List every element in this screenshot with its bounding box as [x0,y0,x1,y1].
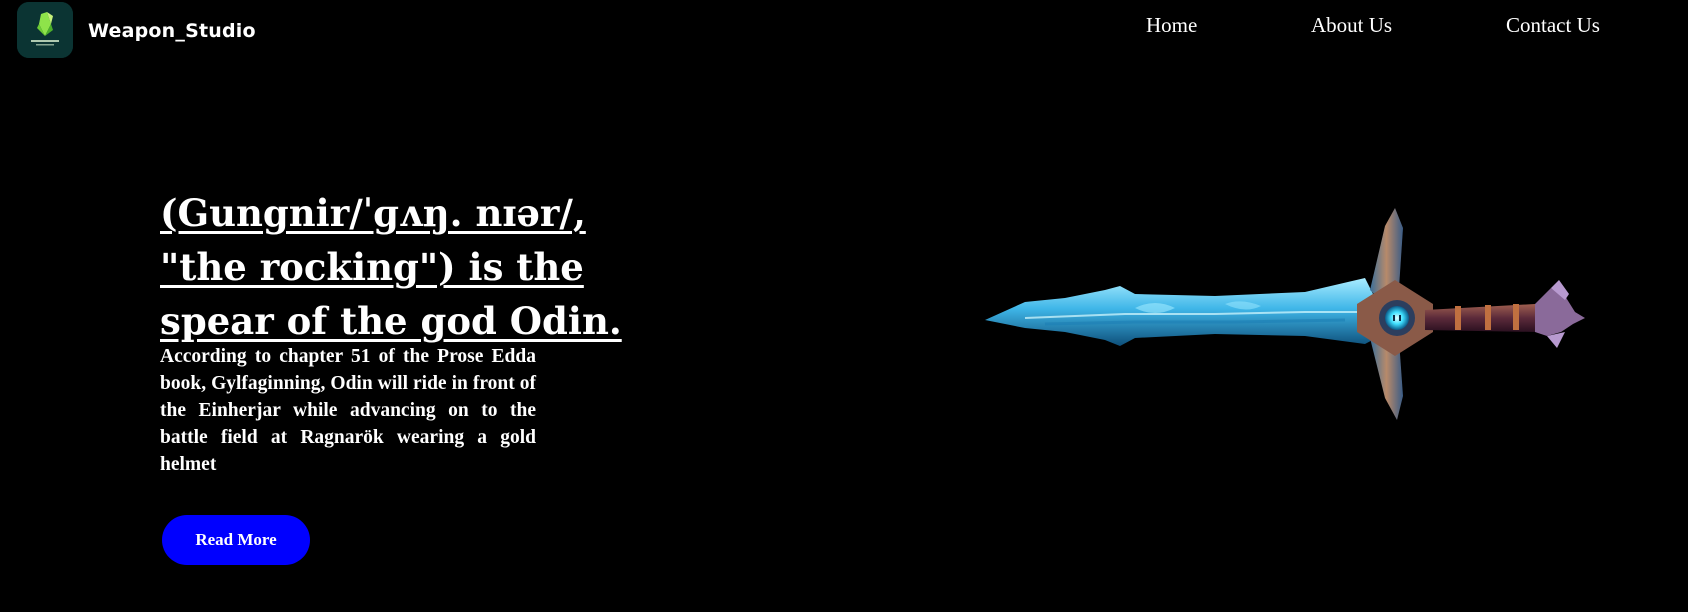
read-more-button[interactable]: Read More [162,515,310,565]
nav-home[interactable]: Home [1146,13,1197,38]
hero-description: According to chapter 51 of the Prose Edd… [160,346,536,475]
brand-name[interactable]: Weapon_Studio [88,20,256,42]
nav-about-us[interactable]: About Us [1311,13,1392,38]
hero-title[interactable]: (Gungnir/ˈɡʌŋ. nɪər/, "the rocking") is … [160,186,660,348]
logo[interactable] [17,2,73,58]
crystal-logo-icon [17,2,73,58]
nav-contact-us[interactable]: Contact Us [1506,13,1600,38]
sword-image [985,208,1585,420]
site-header: Weapon_Studio Home About Us Contact Us [0,0,1688,64]
